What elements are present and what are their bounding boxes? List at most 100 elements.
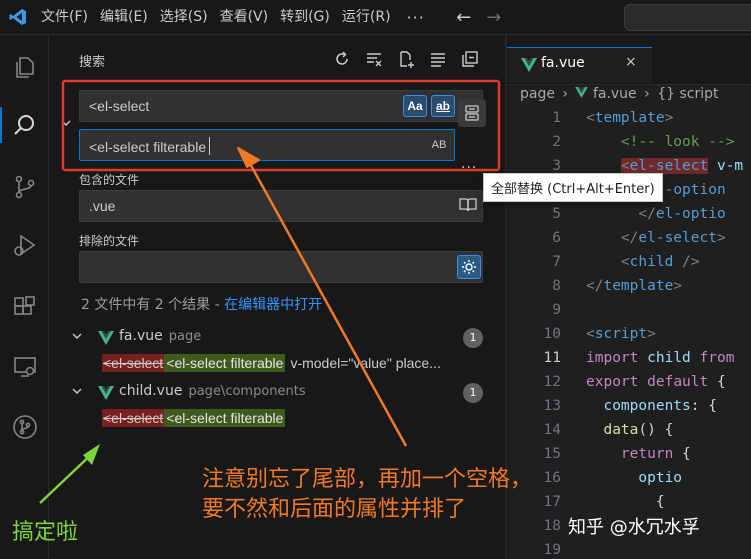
summary-text: 2 文件中有 2 个结果 - <box>81 297 225 313</box>
tab-label: fa.vue <box>541 55 585 71</box>
chevron-right-icon: › <box>562 86 569 102</box>
line-number: 17 <box>543 494 561 510</box>
menu-view[interactable]: 查看(V) <box>214 0 275 35</box>
result-match-line[interactable]: <el-select <el-select filterable <box>102 409 286 432</box>
menu-go[interactable]: 转到(G) <box>274 0 336 35</box>
breadcrumb-symbol[interactable]: {} script <box>657 86 718 102</box>
line-number: 11 <box>543 350 561 366</box>
match-removed-text: <el-select <box>102 409 165 427</box>
match-context-text: v-model="value" place... <box>290 355 441 371</box>
result-match-line[interactable]: <el-select <el-select filterable v-model="… <box>102 354 441 377</box>
menu-file[interactable]: 文件(F) <box>35 0 94 35</box>
editor-tab-bar: fa.vue × <box>507 35 751 85</box>
code-line: { <box>655 494 665 510</box>
exclude-label: 排除的文件 <box>79 234 140 248</box>
git-graph-icon[interactable] <box>0 403 49 451</box>
use-exclude-settings-icon[interactable] <box>457 255 481 279</box>
line-number: 5 <box>552 206 561 222</box>
code-line: <child /> <box>620 254 700 270</box>
result-file-path: page\components <box>188 384 306 399</box>
code-line: components: { <box>603 398 717 414</box>
watermark-text: 知乎 @水冗水孚 <box>568 517 700 538</box>
line-number: 10 <box>543 326 561 342</box>
command-center-search[interactable] <box>624 4 751 31</box>
code-line: data() { <box>603 422 674 438</box>
exclude-files-input[interactable] <box>79 251 483 283</box>
replace-input[interactable]: <el-select filterable AB <box>79 129 455 161</box>
replace-all-button[interactable] <box>458 99 486 127</box>
title-bar: 文件(F) 编辑(E) 选择(S) 查看(V) 转到(G) 运行(R) ··· … <box>0 0 751 35</box>
replace-all-tooltip: 全部替换 (Ctrl+Alt+Enter) <box>483 173 663 202</box>
menu-more-button[interactable]: ··· <box>397 8 435 27</box>
vue-file-icon <box>98 386 114 404</box>
preserve-case-toggle[interactable]: AB <box>427 134 451 156</box>
result-count-badge: 1 <box>463 328 483 348</box>
vue-file-icon <box>575 86 589 102</box>
toggle-search-details-button[interactable]: ··· <box>461 160 477 176</box>
run-debug-icon[interactable] <box>0 221 49 269</box>
result-count-badge: 1 <box>463 383 483 403</box>
annotation-note: 注意别忘了尾部，再加一个空格， 要不然和后面的属性并排了 <box>202 465 532 525</box>
menu-edit[interactable]: 编辑(E) <box>94 0 154 35</box>
tab-fa-vue[interactable]: fa.vue × <box>507 47 652 83</box>
replace-input-value: <el-select filterable <box>89 139 207 155</box>
include-files-value: .vue <box>89 198 116 214</box>
text-caret <box>209 137 211 155</box>
result-file-name: child.vue <box>119 383 183 399</box>
chevron-down-icon[interactable] <box>71 385 83 400</box>
open-in-editor-link[interactable]: 在编辑器中打开 <box>224 297 322 313</box>
match-case-toggle[interactable]: Aa <box>403 95 427 117</box>
code-line: import child from <box>586 350 735 366</box>
line-number: 6 <box>552 230 561 246</box>
line-number: 14 <box>543 422 561 438</box>
close-icon[interactable]: × <box>625 54 637 70</box>
search-icon[interactable] <box>0 101 49 149</box>
results-summary: 2 文件中有 2 个结果 - 在编辑器中打开 <box>81 294 322 314</box>
line-number: 16 <box>543 470 561 486</box>
line-number: 12 <box>543 374 561 390</box>
menu-selection[interactable]: 选择(S) <box>154 0 214 35</box>
include-files-input[interactable]: .vue <box>79 190 483 222</box>
extensions-icon[interactable] <box>0 283 49 331</box>
code-line: <template> <box>586 110 674 126</box>
result-file-name: fa.vue <box>119 328 163 344</box>
line-number: 7 <box>552 254 561 270</box>
code-line: return { <box>620 446 691 462</box>
back-arrow-icon[interactable]: ← <box>449 7 479 28</box>
line-number: 9 <box>552 302 561 318</box>
code-line: <!-- look --> <box>586 134 735 150</box>
breadcrumb-file[interactable]: fa.vue <box>593 86 637 102</box>
explorer-icon[interactable] <box>0 43 49 91</box>
forward-arrow-icon[interactable]: → <box>479 7 509 28</box>
vue-file-icon <box>98 331 114 349</box>
source-control-icon[interactable] <box>0 163 49 211</box>
open-editors-only-icon[interactable] <box>459 197 477 217</box>
breadcrumb-folder[interactable]: page <box>520 86 555 102</box>
toggle-replace-chevron-icon[interactable] <box>60 117 72 132</box>
chevron-right-icon: › <box>644 86 650 102</box>
clear-results-icon[interactable] <box>361 47 387 71</box>
line-number: 18 <box>543 518 561 534</box>
refresh-icon[interactable] <box>329 47 355 71</box>
match-removed-text: <el-select <box>102 354 165 372</box>
result-file-row[interactable]: fa.vue page 1 <box>55 327 505 349</box>
menu-run[interactable]: 运行(R) <box>336 0 397 35</box>
line-number: 3 <box>552 158 561 174</box>
sidebar-title: 搜索 <box>79 55 106 70</box>
chevron-down-icon[interactable] <box>71 330 83 345</box>
line-number: 13 <box>543 398 561 414</box>
code-line: optio <box>638 470 683 486</box>
new-search-editor-icon[interactable] <box>393 47 419 71</box>
match-whole-word-toggle[interactable]: ab <box>431 95 455 117</box>
remote-explorer-icon[interactable] <box>0 343 49 391</box>
code-line: </template> <box>586 278 683 294</box>
code-line: </el-select> <box>620 230 726 246</box>
activity-bar <box>0 35 49 559</box>
collapse-all-icon[interactable] <box>457 47 483 71</box>
search-input[interactable]: <el-select Aa ab .* <box>79 90 483 122</box>
line-number: 8 <box>552 278 561 294</box>
code-line: <el-select v-m <box>620 158 744 174</box>
view-as-tree-icon[interactable] <box>425 47 451 71</box>
match-inserted-text: <el-select filterable <box>164 354 286 372</box>
result-file-row[interactable]: child.vue page\components 1 <box>55 382 505 404</box>
